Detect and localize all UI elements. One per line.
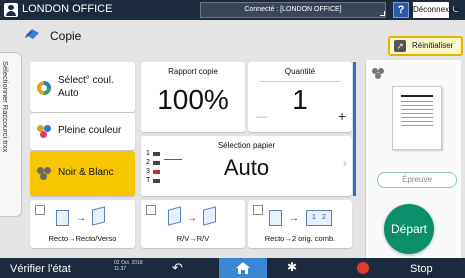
auto-color-icon xyxy=(37,81,51,95)
combine-label: Recto→2 orig. comb. xyxy=(264,234,336,243)
color-select-value: Auto xyxy=(58,88,79,99)
shortcut-side-tab[interactable]: Sélectionner Raccourci trxx xyxy=(0,52,22,217)
power-icon[interactable]: ⏾ xyxy=(452,3,464,17)
start-button[interactable]: Départ xyxy=(384,204,434,254)
single-page-icon xyxy=(56,210,69,226)
proof-button[interactable]: Épreuve xyxy=(377,172,457,188)
connection-status[interactable]: Connecté : [LONDON OFFICE] xyxy=(200,2,386,18)
duplex-duplex-checkbox[interactable] xyxy=(146,205,156,215)
color-select-auto-tile[interactable]: Sélect° coul. Auto xyxy=(30,62,135,112)
gear-icon[interactable]: ✱ xyxy=(287,260,297,274)
help-button[interactable]: ? xyxy=(393,2,409,18)
back-icon[interactable]: ↶ xyxy=(172,260,183,276)
page-preview xyxy=(392,86,442,150)
focus-indicator xyxy=(353,62,356,196)
copy-ratio-tile[interactable]: Rapport copie 100% xyxy=(141,62,245,132)
combine-checkbox[interactable] xyxy=(253,205,263,215)
home-icon xyxy=(236,262,250,274)
stop-button[interactable]: Stop xyxy=(410,263,433,275)
grayscale-indicator-icon xyxy=(372,68,388,82)
date-time: 02 Oct. 2018 11:37 xyxy=(114,260,143,272)
black-white-tile[interactable]: Noir & Blanc xyxy=(30,151,135,196)
logout-button[interactable]: Déconnexion xyxy=(413,2,460,18)
office-name: LONDON OFFICE xyxy=(22,3,113,15)
user-icon xyxy=(4,3,18,17)
quantity-tile[interactable]: Quantité 1 — + xyxy=(248,62,352,132)
reset-label: Réinitialiser xyxy=(412,41,454,50)
duplex-label: Recto→Recto/Verso xyxy=(48,234,117,243)
paper-select-value: Auto xyxy=(223,155,270,180)
chevron-right-icon: › xyxy=(343,156,347,170)
reset-icon: ↗ xyxy=(394,40,406,52)
quantity-plus-button[interactable]: + xyxy=(338,108,346,124)
shortcut-tab-label: Sélectionner Raccourci trxx xyxy=(1,61,10,153)
quantity-caption: Quantité xyxy=(284,67,316,76)
black-white-label: Noir & Blanc xyxy=(58,167,114,178)
combined-page-icon: 1 2 xyxy=(306,210,332,226)
full-color-label: Pleine couleur xyxy=(58,125,122,136)
double-page-icon xyxy=(168,206,181,226)
bottom-bar: Vérifier l'état 02 Oct. 2018 11:37 ↶ ✱ S… xyxy=(0,258,465,278)
duplex-duplex-label: R/V→R/V xyxy=(176,234,210,243)
color-select-label: Sélect° coul. xyxy=(58,75,114,86)
copy-app-icon xyxy=(25,29,39,39)
check-status-button[interactable]: Vérifier l'état xyxy=(10,263,71,275)
full-color-tile[interactable]: Pleine couleur xyxy=(30,113,135,150)
duplex-checkbox[interactable] xyxy=(35,205,45,215)
combine-option-tile[interactable]: → 1 2 Recto→2 orig. comb. xyxy=(248,200,352,248)
page-title: Copie xyxy=(50,29,82,43)
copy-ratio-value: 100% xyxy=(157,84,229,115)
paper-select-tile[interactable]: Sélection papier 1 2 3 T Auto › xyxy=(141,136,352,196)
stop-icon[interactable] xyxy=(357,262,369,274)
duplex-duplex-option-tile[interactable]: → R/V→R/V xyxy=(141,200,245,248)
reset-button[interactable]: ↗ Réinitialiser xyxy=(388,36,463,56)
black-white-icon xyxy=(37,167,53,181)
home-button[interactable] xyxy=(219,258,267,278)
single-page-icon xyxy=(269,210,282,226)
arrow-right-icon: → xyxy=(187,213,197,224)
arrow-right-icon: → xyxy=(289,213,299,224)
quantity-underline xyxy=(260,81,340,82)
copy-ratio-caption: Rapport copie xyxy=(168,67,218,76)
double-page-icon xyxy=(92,206,105,226)
top-bar: LONDON OFFICE Connecté : [LONDON OFFICE]… xyxy=(0,0,465,20)
arrow-right-icon: → xyxy=(76,213,86,224)
full-color-icon xyxy=(37,125,53,139)
corner-icon xyxy=(380,11,385,16)
quantity-minus-button[interactable]: — xyxy=(256,111,267,123)
duplex-option-tile[interactable]: → Recto→Recto/Verso xyxy=(30,200,135,248)
double-page-icon xyxy=(203,206,216,226)
paper-select-caption: Sélection papier xyxy=(217,141,276,150)
